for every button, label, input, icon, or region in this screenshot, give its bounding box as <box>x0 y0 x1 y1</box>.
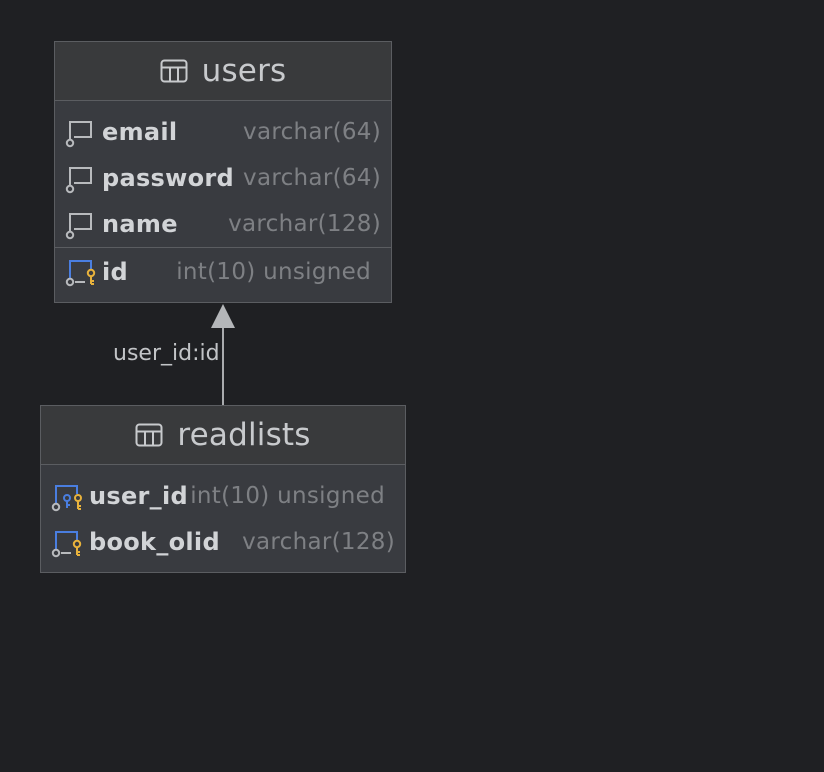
column-row-email[interactable]: email varchar(64) <box>55 109 391 155</box>
column-name: password <box>102 164 235 192</box>
table-icon <box>135 423 163 447</box>
column-name: user_id <box>89 482 188 510</box>
primary-key-column-icon <box>51 528 83 558</box>
table-title: readlists <box>177 417 311 453</box>
table-icon <box>160 59 188 83</box>
table-readlists-header[interactable]: readlists <box>41 406 405 465</box>
column-row-name[interactable]: name varchar(128) <box>55 201 391 247</box>
column-icon <box>65 118 97 148</box>
foreign-primary-key-column-icon <box>51 482 83 512</box>
table-users-header[interactable]: users <box>55 42 391 101</box>
column-type: int(10) unsigned <box>190 483 385 509</box>
column-row-book-olid[interactable]: book_olid varchar(128) <box>41 519 405 565</box>
column-name: book_olid <box>89 528 220 556</box>
column-type: varchar(128) <box>242 529 395 555</box>
column-type: varchar(64) <box>243 165 381 191</box>
column-name: name <box>102 210 178 238</box>
column-icon <box>65 164 97 194</box>
column-icon <box>65 210 97 240</box>
table-title: users <box>201 53 287 89</box>
column-row-id[interactable]: id int(10) unsigned <box>55 248 391 296</box>
diagram-canvas: user_id:id users email varchar(64) passw… <box>0 0 824 772</box>
relationship-label: user_id:id <box>113 341 220 366</box>
column-name: id <box>102 258 129 286</box>
column-row-password[interactable]: password varchar(64) <box>55 155 391 201</box>
column-row-user-id[interactable]: user_id int(10) unsigned <box>41 473 405 519</box>
table-users[interactable]: users email varchar(64) password varchar… <box>54 41 392 303</box>
column-type: varchar(64) <box>243 119 381 145</box>
column-type: varchar(128) <box>228 211 381 237</box>
column-name: email <box>102 118 178 146</box>
column-type: int(10) unsigned <box>176 259 371 285</box>
table-readlists[interactable]: readlists user_id int(10) unsigned book_… <box>40 405 406 573</box>
relationship-arrowhead <box>211 304 235 328</box>
primary-key-column-icon <box>65 257 97 287</box>
